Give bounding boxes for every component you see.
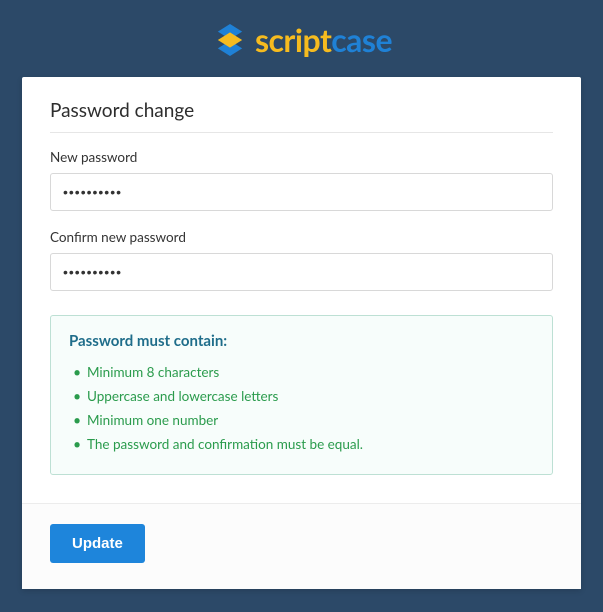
update-button[interactable]: Update [50,524,145,563]
confirm-password-input[interactable] [50,253,553,291]
new-password-label: New password [50,149,553,165]
password-rules-box: Password must contain: Minimum 8 charact… [50,315,553,475]
logo-text: scriptcase [255,20,392,59]
rule-item: Minimum one number [69,408,534,432]
logo: scriptcase [22,20,581,59]
rules-list: Minimum 8 characters Uppercase and lower… [69,360,534,456]
rules-title: Password must contain: [69,332,534,350]
password-change-card: Password change New password Confirm new… [22,77,581,589]
new-password-input[interactable] [50,173,553,211]
rule-item: The password and confirmation must be eq… [69,432,534,456]
confirm-password-label: Confirm new password [50,229,553,245]
rule-item: Uppercase and lowercase letters [69,384,534,408]
scriptcase-logo-icon [211,21,249,59]
logo-text-part2: case [331,20,392,59]
rule-item: Minimum 8 characters [69,360,534,384]
card-footer: Update [22,503,581,589]
logo-text-part1: script [255,20,331,59]
card-title: Password change [50,99,553,133]
